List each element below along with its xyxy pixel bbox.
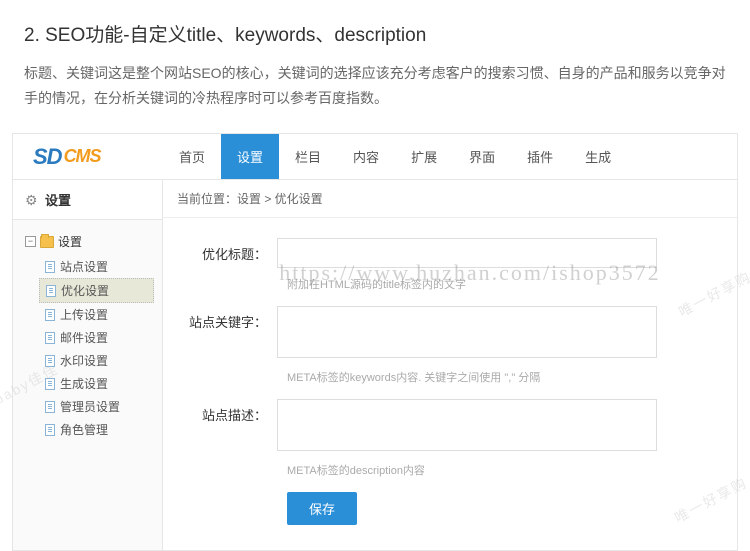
file-icon bbox=[45, 378, 55, 390]
tree-item-5[interactable]: 生成设置 bbox=[39, 372, 154, 395]
nav-item-0[interactable]: 首页 bbox=[163, 134, 221, 179]
nav-item-6[interactable]: 插件 bbox=[511, 134, 569, 179]
nav-item-1[interactable]: 设置 bbox=[221, 134, 279, 179]
tree-item-label: 角色管理 bbox=[60, 421, 108, 438]
file-icon bbox=[45, 332, 55, 344]
logo-cms: CMS bbox=[64, 146, 101, 167]
sidebar-title: 设置 bbox=[45, 190, 71, 209]
nav-item-2[interactable]: 栏目 bbox=[279, 134, 337, 179]
gear-icon: ⚙ bbox=[25, 193, 39, 207]
nav-item-3[interactable]: 内容 bbox=[337, 134, 395, 179]
file-icon bbox=[45, 355, 55, 367]
tree-item-0[interactable]: 站点设置 bbox=[39, 255, 154, 278]
nav-item-4[interactable]: 扩展 bbox=[395, 134, 453, 179]
tree-item-label: 站点设置 bbox=[60, 258, 108, 275]
file-icon bbox=[45, 424, 55, 436]
tree-item-4[interactable]: 水印设置 bbox=[39, 349, 154, 372]
sidebar-tree: − 设置 站点设置优化设置上传设置邮件设置水印设置生成设置管理员设置角色管理 bbox=[13, 220, 162, 451]
nav-item-5[interactable]: 界面 bbox=[453, 134, 511, 179]
nav-item-7[interactable]: 生成 bbox=[569, 134, 627, 179]
keywords-input[interactable] bbox=[277, 306, 657, 358]
tree-item-7[interactable]: 角色管理 bbox=[39, 418, 154, 441]
tree-item-label: 生成设置 bbox=[60, 375, 108, 392]
tree-item-label: 水印设置 bbox=[60, 352, 108, 369]
file-icon bbox=[45, 401, 55, 413]
tree-root[interactable]: − 设置 bbox=[21, 230, 154, 253]
logo-sd: SD bbox=[33, 144, 62, 170]
keywords-hint: META标签的keywords内容. 关键字之间使用 "," 分隔 bbox=[187, 369, 713, 385]
desc-hint: META标签的description内容 bbox=[187, 462, 713, 478]
top-nav: 首页设置栏目内容扩展界面插件生成 bbox=[163, 134, 627, 179]
tree-item-label: 管理员设置 bbox=[60, 398, 120, 415]
main-panel: 当前位置：设置 > 优化设置 https://www.huzhan.com/is… bbox=[163, 180, 737, 550]
form: https://www.huzhan.com/ishop3572 优化标题： 附… bbox=[163, 218, 737, 545]
article-desc: 标题、关键词这是整个网站SEO的核心，关键词的选择应该充分考虑客户的搜索习惯、自… bbox=[24, 61, 726, 111]
tree-item-label: 优化设置 bbox=[61, 282, 109, 299]
app-screenshot: 唯一好享购 唯一好享购 baby佳佳 SD CMS 首页设置栏目内容扩展界面插件… bbox=[12, 133, 738, 551]
tree-item-3[interactable]: 邮件设置 bbox=[39, 326, 154, 349]
logo: SD CMS bbox=[13, 144, 163, 170]
tree-item-6[interactable]: 管理员设置 bbox=[39, 395, 154, 418]
breadcrumb: 当前位置：设置 > 优化设置 bbox=[163, 180, 737, 218]
file-icon bbox=[45, 309, 55, 321]
article-title: 2. SEO功能-自定义title、keywords、description bbox=[24, 20, 726, 47]
folder-icon bbox=[40, 236, 54, 248]
title-input[interactable] bbox=[277, 238, 657, 268]
tree-item-label: 邮件设置 bbox=[60, 329, 108, 346]
tree-item-1[interactable]: 优化设置 bbox=[39, 278, 154, 303]
desc-input[interactable] bbox=[277, 399, 657, 451]
header: SD CMS 首页设置栏目内容扩展界面插件生成 bbox=[13, 134, 737, 180]
title-label: 优化标题： bbox=[187, 238, 277, 263]
title-hint: 附加在HTML源码的title标签内的文字 bbox=[187, 276, 713, 292]
sidebar: ⚙ 设置 − 设置 站点设置优化设置上传设置邮件设置水印设置生成设置管理员设置角… bbox=[13, 180, 163, 550]
tree-item-2[interactable]: 上传设置 bbox=[39, 303, 154, 326]
tree-root-label: 设置 bbox=[58, 233, 82, 250]
collapse-icon[interactable]: − bbox=[25, 236, 36, 247]
keywords-label: 站点关键字： bbox=[187, 306, 277, 331]
tree-item-label: 上传设置 bbox=[60, 306, 108, 323]
file-icon bbox=[45, 261, 55, 273]
file-icon bbox=[46, 285, 56, 297]
sidebar-header: ⚙ 设置 bbox=[13, 180, 162, 220]
desc-label: 站点描述： bbox=[187, 399, 277, 424]
save-button[interactable]: 保存 bbox=[287, 492, 357, 525]
